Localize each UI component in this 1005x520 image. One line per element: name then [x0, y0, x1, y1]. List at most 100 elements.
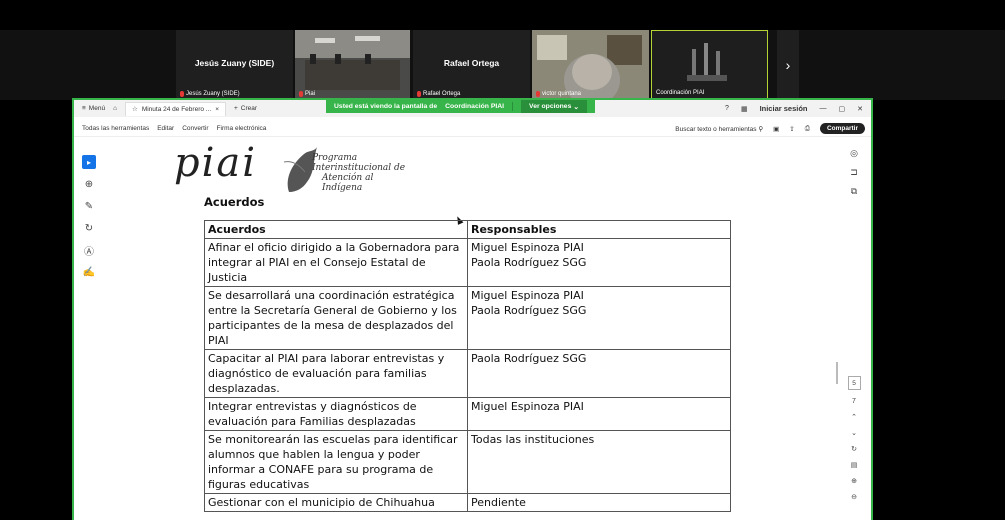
banner-divider — [512, 102, 514, 111]
fill-sign-icon[interactable]: ✍ — [82, 265, 96, 279]
share-button[interactable]: Compartir — [819, 123, 865, 134]
toolbar-right: Buscar texto o herramientas ⚲ ▣ ⇪ ⎙ Comp… — [675, 120, 865, 137]
agreement-cell: Gestionar con el municipio de Chihuahua — [204, 493, 468, 512]
responsible-cell: Miguel Espinoza PIAI Paola Rodríguez SGG — [467, 238, 731, 287]
participant-name: Jesús Zuany (SIDE) — [194, 58, 275, 68]
participant-footer-name: Coordinación PIAI — [656, 90, 705, 96]
agreement-cell: Se desarrollará una coordinación estraté… — [204, 286, 468, 350]
video-person-image — [532, 30, 649, 100]
chevron-up-icon[interactable]: ⌃ — [851, 413, 857, 421]
participant-tile-active[interactable]: Coordinación PIAI — [651, 30, 768, 100]
menu-label: Menú — [88, 105, 106, 112]
select-cursor-icon[interactable]: ▸ — [82, 155, 96, 169]
plus-icon: + — [234, 105, 238, 112]
logo-subtitle-line: Interinstitucional de — [312, 163, 406, 173]
comment-icon[interactable]: ◎ — [850, 148, 858, 159]
screen: Jesús Zuany (SIDE) Jesús Zuany (SIDE) Pi… — [0, 0, 1005, 520]
responsible-cell: Miguel Espinoza PIAI — [467, 397, 731, 431]
maximize-icon[interactable]: ▢ — [839, 105, 846, 113]
logo-subtitle-line: Indígena — [322, 183, 363, 193]
new-tab-button[interactable]: + Crear — [234, 105, 257, 112]
table-header-row: Acuerdos Responsables — [204, 220, 731, 239]
muted-mic-icon — [299, 91, 303, 97]
participant-footer: Rafael Ortega — [417, 91, 460, 97]
column-header: Acuerdos — [204, 220, 468, 239]
refresh-icon[interactable]: ↻ — [851, 445, 857, 453]
apps-icon[interactable]: ▦ — [741, 105, 748, 113]
view-options-button[interactable]: Ver opciones ⌄ — [521, 100, 587, 113]
search-label: Buscar texto o herramientas — [675, 125, 757, 133]
text-box-icon[interactable]: Ⓐ — [82, 243, 96, 258]
print-icon[interactable]: ⎙ — [805, 125, 810, 133]
home-icon[interactable]: ⌂ — [113, 105, 117, 112]
zoom-icon[interactable]: ⊕ — [82, 177, 96, 191]
zoom-in-icon[interactable]: ⊕ — [851, 477, 857, 485]
chevron-right-icon[interactable]: › — [777, 30, 799, 100]
participant-footer: victor quintana — [536, 91, 581, 97]
agreement-cell: Se monitorearán las escuelas para identi… — [204, 430, 468, 494]
pages-icon[interactable]: ⧉ — [851, 186, 857, 197]
responsible-name: Miguel Espinoza PIAI — [471, 241, 584, 254]
tab-title: Minuta 24 de Febrero ... — [141, 105, 212, 113]
pen-icon[interactable]: ✎ — [82, 199, 96, 213]
logo-subtitle-line: Programa — [312, 153, 358, 163]
responsible-cell: Pendiente — [467, 493, 731, 512]
table-row: Integrar entrevistas y diagnósticos de e… — [204, 397, 731, 431]
e-signature-button[interactable]: Firma electrónica — [217, 125, 267, 132]
participant-footer-name: Piai — [305, 91, 316, 97]
hamburger-icon: ≡ — [82, 105, 86, 112]
page-navigation: 5 7 ⌃ ⌄ ↻ ▤ ⊕ ⊖ — [845, 376, 863, 501]
zoom-out-icon[interactable]: ⊖ — [851, 493, 857, 501]
share-banner-text: Usted está viendo la pantalla de — [334, 103, 438, 110]
participant-tile[interactable]: Jesús Zuany (SIDE) Jesús Zuany (SIDE) — [176, 30, 293, 100]
muted-mic-icon — [180, 91, 184, 97]
page-settings-icon[interactable]: ▤ — [851, 461, 858, 469]
chevron-down-icon[interactable]: ⌄ — [851, 429, 857, 437]
screen-share-banner: Usted está viendo la pantalla de Coordin… — [326, 100, 595, 113]
current-page-box[interactable]: 5 — [847, 376, 861, 390]
table-row: Capacitar al PIAI para laborar entrevist… — [204, 349, 731, 398]
responsible-name: Todas las instituciones — [471, 433, 595, 446]
logo-subtitle-line: Atención al — [322, 173, 374, 183]
all-tools-button[interactable]: Todas las herramientas — [82, 125, 149, 132]
participant-gallery: Jesús Zuany (SIDE) Jesús Zuany (SIDE) Pi… — [0, 30, 1005, 100]
participant-footer: Coordinación PIAI — [656, 90, 704, 96]
agreements-table: Acuerdos Responsables Afinar el oficio d… — [204, 220, 731, 512]
piai-logo-subtitle: Programa Interinstitucional de Atención … — [312, 153, 405, 193]
help-icon[interactable]: ? — [725, 105, 729, 112]
view-options-label: Ver opciones — [529, 103, 572, 110]
participant-tile[interactable]: victor quintana — [532, 30, 649, 100]
participant-tile[interactable]: Rafael Ortega Rafael Ortega — [413, 30, 530, 100]
video-room-image — [295, 30, 410, 90]
close-window-icon[interactable]: ✕ — [857, 105, 863, 113]
shared-screen: ≡ Menú ⌂ ☆ Minuta 24 de Febrero ... × + Crea… — [72, 98, 873, 520]
column-header: Responsables — [467, 220, 731, 239]
minimize-icon[interactable]: — — [820, 105, 827, 112]
sign-in-button[interactable]: Iniciar sesión — [760, 104, 808, 113]
agreement-cell: Integrar entrevistas y diagnósticos de e… — [204, 397, 468, 431]
participant-tile[interactable]: Piai — [295, 30, 410, 100]
bookmark-icon[interactable]: ⊐ — [850, 167, 858, 178]
edit-button[interactable]: Editar — [157, 125, 174, 132]
upload-icon[interactable]: ⇪ — [789, 125, 794, 133]
participant-footer-name: Jesús Zuany (SIDE) — [186, 91, 240, 97]
responsible-cell: Paola Rodríguez SGG — [467, 349, 731, 398]
participant-footer: Piai — [299, 91, 315, 97]
draw-icon[interactable]: ↻ — [82, 221, 96, 235]
table-row: Afinar el oficio dirigido a la Gobernado… — [204, 238, 731, 287]
save-icon[interactable]: ▣ — [773, 125, 779, 133]
top-strip — [0, 0, 1005, 30]
share-banner-presenter: Coordinación PIAI — [445, 103, 505, 110]
participant-name: Rafael Ortega — [443, 58, 500, 68]
right-tool-rail: ◎ ⊐ ⧉ — [847, 148, 861, 197]
scrollbar-thumb[interactable] — [836, 362, 838, 384]
agreement-cell: Afinar el oficio dirigido a la Gobernado… — [204, 238, 468, 287]
menu-button[interactable]: ≡ Menú — [82, 105, 105, 112]
close-tab-icon[interactable]: × — [215, 106, 219, 113]
document-tab[interactable]: ☆ Minuta 24 de Febrero ... × — [125, 101, 226, 116]
search-tools-input[interactable]: Buscar texto o herramientas ⚲ — [675, 125, 763, 133]
chevron-down-icon: ⌄ — [573, 103, 579, 111]
convert-button[interactable]: Convertir — [182, 125, 208, 132]
responsible-name: Paola Rodríguez SGG — [471, 304, 587, 317]
star-icon: ☆ — [132, 106, 138, 113]
